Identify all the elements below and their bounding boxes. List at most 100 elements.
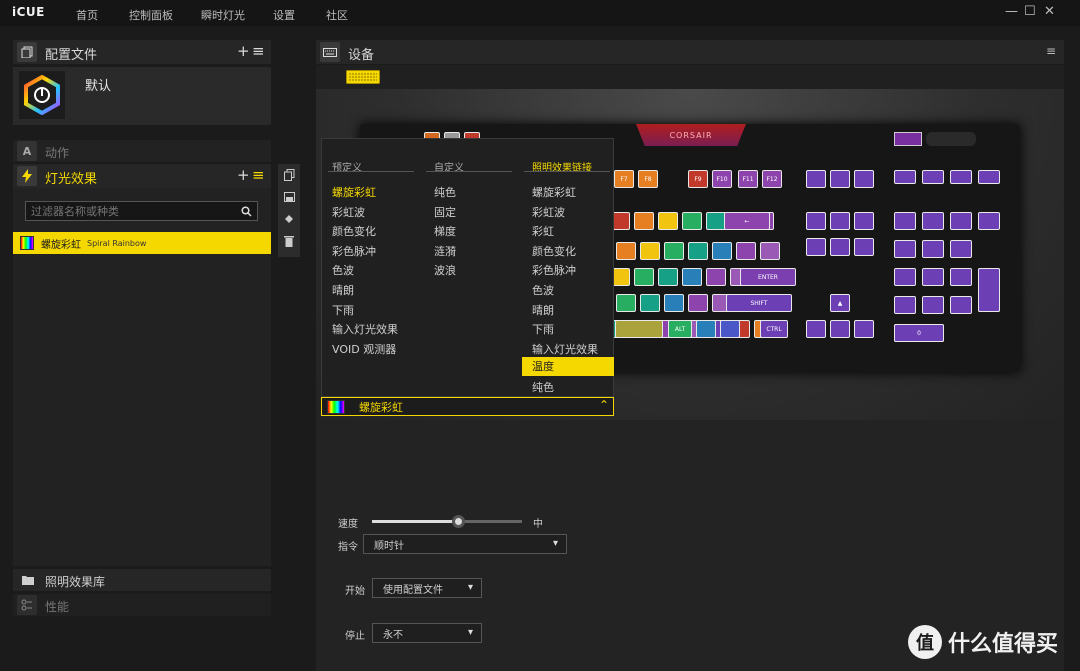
add-profile-button[interactable]: + bbox=[237, 44, 250, 59]
function-key: F10 bbox=[712, 170, 732, 188]
move-icon[interactable] bbox=[278, 208, 300, 230]
option-item[interactable]: VOID 观测器 bbox=[332, 341, 398, 361]
volume-roller bbox=[926, 132, 976, 146]
nav-dashboard[interactable]: 控制面板 bbox=[129, 7, 173, 23]
option-item[interactable]: 色波 bbox=[532, 282, 598, 302]
option-item[interactable]: 下雨 bbox=[332, 302, 398, 322]
option-item[interactable]: 晴朗 bbox=[532, 302, 598, 322]
option-item[interactable]: 彩色脉冲 bbox=[332, 243, 398, 263]
option-item[interactable]: 颜色变化 bbox=[332, 223, 398, 243]
direction-select[interactable]: 顺时针 ▾ bbox=[363, 534, 567, 554]
profile-thumbnail bbox=[19, 71, 65, 119]
profile-name: 默认 bbox=[85, 79, 112, 94]
hexagon-logo-icon bbox=[24, 75, 60, 115]
backspace-key: ← bbox=[724, 212, 770, 230]
chevron-down-icon: ▾ bbox=[467, 627, 473, 638]
volume-key bbox=[894, 132, 922, 146]
option-item[interactable]: 纯色 bbox=[532, 379, 554, 395]
keyboard-key bbox=[736, 242, 756, 260]
option-item[interactable]: 固定 bbox=[434, 204, 456, 224]
option-item[interactable]: 输入灯光效果 bbox=[332, 321, 398, 341]
keyboard-key bbox=[806, 170, 826, 188]
nav-instant-lighting[interactable]: 瞬时灯光 bbox=[201, 7, 245, 23]
save-icon[interactable] bbox=[278, 186, 300, 208]
effect-name-cn: 螺旋彩虹 bbox=[41, 239, 81, 251]
top-nav-bar: iCUE 首页 控制面板 瞬时灯光 设置 社区 — ☐ ✕ bbox=[0, 0, 1080, 26]
minimize-button[interactable]: — bbox=[1005, 4, 1018, 19]
ctrl-key: CTRL bbox=[760, 320, 788, 338]
keyboard-key bbox=[658, 268, 678, 286]
shift-key: SHIFT bbox=[726, 294, 792, 312]
numpad-key bbox=[922, 240, 944, 258]
speed-slider[interactable] bbox=[372, 515, 522, 528]
device-menu-icon[interactable]: ≡ bbox=[1046, 44, 1056, 58]
search-icon[interactable] bbox=[241, 206, 252, 217]
lighting-panel: 螺旋彩虹 Spiral Rainbow bbox=[13, 188, 271, 566]
device-title: 设备 bbox=[348, 48, 375, 63]
keyboard-key bbox=[712, 242, 732, 260]
nav-community[interactable]: 社区 bbox=[326, 7, 348, 23]
filter-input[interactable] bbox=[25, 201, 258, 221]
keyboard-key bbox=[616, 294, 636, 312]
keyboard-key bbox=[830, 212, 850, 230]
effect-list-item[interactable]: 螺旋彩虹 Spiral Rainbow bbox=[13, 232, 271, 254]
keyboard-key bbox=[658, 212, 678, 230]
option-item[interactable]: 波浪 bbox=[434, 262, 456, 282]
numpad-key bbox=[978, 212, 1000, 230]
keyboard-icon bbox=[320, 42, 340, 62]
option-item[interactable]: 下雨 bbox=[532, 321, 598, 341]
nav-home[interactable]: 首页 bbox=[76, 7, 98, 23]
numpad-key bbox=[950, 212, 972, 230]
option-item[interactable]: 螺旋彩虹 bbox=[532, 184, 598, 204]
keyboard-key bbox=[682, 212, 702, 230]
device-tab-strip bbox=[316, 65, 1064, 89]
layer-toolbar bbox=[278, 164, 300, 257]
maximize-button[interactable]: ☐ bbox=[1024, 4, 1036, 19]
menu-key bbox=[720, 320, 740, 338]
option-item[interactable]: 纯色 bbox=[434, 184, 456, 204]
arrow-key bbox=[854, 320, 874, 338]
performance-section[interactable]: 性能 bbox=[13, 594, 271, 616]
trash-icon[interactable] bbox=[278, 230, 300, 252]
lighting-header: 灯光效果 + ≡ bbox=[13, 164, 271, 188]
option-item[interactable]: 彩虹 bbox=[532, 223, 598, 243]
option-item[interactable]: 涟漪 bbox=[434, 243, 456, 263]
lighting-menu-button[interactable]: ≡ bbox=[252, 168, 265, 183]
numpad-key bbox=[950, 240, 972, 258]
option-item[interactable]: 彩虹波 bbox=[532, 204, 598, 224]
stop-select[interactable]: 永不 ▾ bbox=[372, 623, 482, 643]
option-item[interactable]: 彩色脉冲 bbox=[532, 262, 598, 282]
keyboard-key bbox=[978, 170, 1000, 184]
performance-title: 性能 bbox=[45, 600, 70, 614]
numpad-zero-key: 0 bbox=[894, 324, 944, 342]
effect-select[interactable]: 螺旋彩虹 ⌃ bbox=[321, 397, 614, 416]
nav-settings[interactable]: 设置 bbox=[273, 7, 295, 23]
keyboard-key bbox=[706, 268, 726, 286]
keyboard-key bbox=[634, 212, 654, 230]
library-section[interactable]: 照明效果库 bbox=[13, 569, 271, 591]
watermark-text: 什么值得买 bbox=[948, 632, 1059, 657]
actions-section[interactable]: A 动作 bbox=[13, 140, 271, 162]
selected-keyboard-icon[interactable] bbox=[346, 70, 380, 84]
add-effect-button[interactable]: + bbox=[237, 168, 250, 183]
option-item[interactable]: 晴朗 bbox=[332, 282, 398, 302]
option-item-highlighted[interactable]: 温度 bbox=[522, 357, 614, 376]
option-item[interactable]: 色波 bbox=[332, 262, 398, 282]
close-button[interactable]: ✕ bbox=[1044, 4, 1055, 19]
option-item[interactable]: 颜色变化 bbox=[532, 243, 598, 263]
option-item[interactable]: 彩虹波 bbox=[332, 204, 398, 224]
numpad-key bbox=[894, 268, 916, 286]
function-key: F7 bbox=[614, 170, 634, 188]
option-item[interactable]: 梯度 bbox=[434, 223, 456, 243]
arrow-key: ▲ bbox=[830, 294, 850, 312]
speed-slider-thumb[interactable] bbox=[451, 515, 465, 528]
lighting-title: 灯光效果 bbox=[45, 172, 98, 187]
option-item[interactable]: 螺旋彩虹 bbox=[332, 184, 398, 204]
keyboard-key bbox=[640, 242, 660, 260]
profiles-menu-button[interactable]: ≡ bbox=[252, 44, 265, 59]
profile-item-default[interactable]: 默认 bbox=[13, 67, 271, 125]
start-select[interactable]: 使用配置文件 ▾ bbox=[372, 578, 482, 598]
copy-icon[interactable] bbox=[278, 164, 300, 186]
effect-type-dropdown: 预定义 自定义 照明效果链接 螺旋彩虹 彩虹波 颜色变化 彩色脉冲 色波 晴朗 … bbox=[321, 138, 614, 397]
space-key bbox=[615, 320, 663, 338]
